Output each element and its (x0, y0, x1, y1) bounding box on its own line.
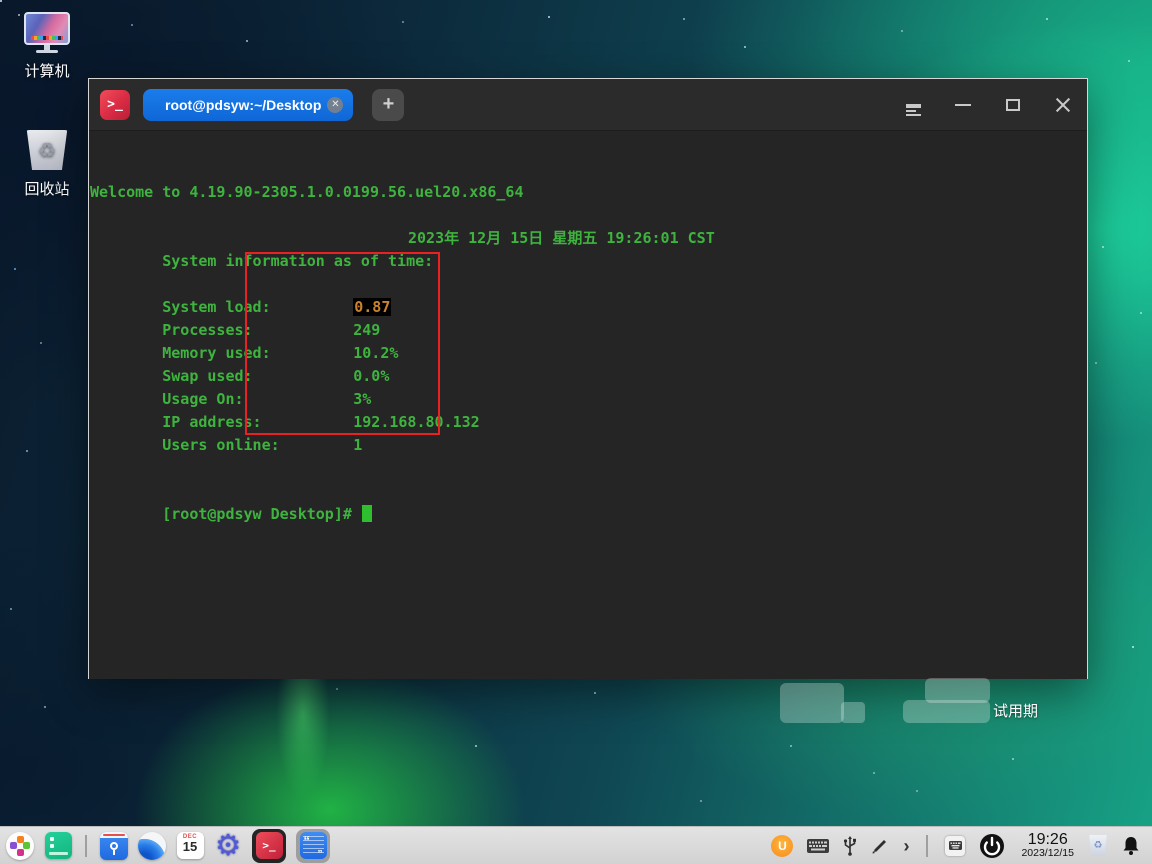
info-row: Users online:1 (90, 411, 362, 434)
watermark-shape (841, 702, 865, 723)
desktop-icon-computer[interactable]: 计算机 (4, 12, 90, 81)
info-row: Swap used:0.0% (90, 342, 389, 365)
computer-icon-label: 计算机 (4, 60, 90, 81)
info-row: Memory used:10.2% (90, 319, 398, 342)
terminal-taskbar-button[interactable]: >_ (252, 829, 286, 863)
file-manager-icon (100, 832, 128, 860)
recycle-bin-icon: ♻ (25, 130, 69, 170)
file-manager-button[interactable] (100, 832, 128, 860)
window-menu-icon[interactable] (903, 95, 923, 115)
pen-icon[interactable] (871, 837, 889, 855)
updater-icon[interactable]: U (771, 835, 793, 857)
calendar-button[interactable]: DEC 15 (176, 832, 204, 860)
computer-icon (24, 12, 70, 52)
desktop: 计算机 ♻ 回收站 >_ root@pdsyw:~/Desktop ✕ + We… (0, 0, 1152, 864)
tray-expand-chevron[interactable]: › (903, 837, 909, 855)
control-center-button[interactable]: ⚙ (214, 832, 242, 860)
terminal-cursor (362, 505, 372, 522)
clock-time: 19:26 (1021, 832, 1074, 849)
multitasking-view-icon (45, 832, 72, 859)
multitasking-view-button[interactable] (44, 832, 72, 860)
keyboard-icon[interactable] (807, 839, 829, 853)
usb-icon[interactable] (843, 836, 857, 856)
info-row: System load:0.87 (90, 273, 391, 296)
terminal-welcome-line: Welcome to 4.19.90-2305.1.0.0199.56.uel2… (90, 181, 523, 204)
info-row: IP address:192.168.80.132 (90, 388, 480, 411)
gear-icon: ⚙ (214, 832, 242, 860)
terminal-prompt[interactable]: [root@pdsyw Desktop]# (90, 480, 372, 503)
launcher-button[interactable] (6, 832, 34, 860)
watermark-shape (780, 683, 844, 723)
calendar-icon: DEC 15 (177, 832, 204, 859)
sysinfo-time: 2023年 12月 15日 星期五 19:26:01 CST (408, 227, 715, 250)
terminal-tab[interactable]: root@pdsyw:~/Desktop ✕ (143, 89, 353, 121)
recycle-bin-icon-label: 回收站 (4, 178, 90, 199)
notification-bell-icon[interactable] (1122, 836, 1140, 856)
maximize-icon[interactable] (1003, 95, 1023, 115)
terminal-icon: >_ (256, 832, 283, 859)
power-icon[interactable] (979, 833, 1005, 859)
taskbar-clock[interactable]: 19:26 2023/12/15 (1021, 832, 1074, 860)
wallpaper-stars (0, 0, 2, 2)
info-row: Usage On:3% (90, 365, 371, 388)
terminal-titlebar[interactable]: >_ root@pdsyw:~/Desktop ✕ + (89, 79, 1087, 131)
terminal-body[interactable]: Welcome to 4.19.90-2305.1.0.0199.56.uel2… (89, 131, 1087, 679)
browser-button[interactable] (138, 832, 166, 860)
launcher-icon (6, 832, 34, 860)
watermark-shape (903, 700, 990, 723)
input-method-icon[interactable] (945, 836, 965, 856)
close-icon[interactable] (1053, 95, 1073, 115)
trash-tray-icon[interactable]: ♻ (1088, 835, 1108, 856)
terminal-window: >_ root@pdsyw:~/Desktop ✕ + Welcome to 4… (88, 78, 1088, 679)
terminal-app-icon: >_ (100, 90, 130, 120)
trial-period-label: 试用期 (993, 700, 1038, 721)
taskbar: DEC 15 ⚙ >_ “ ” U (0, 826, 1152, 864)
text-editor-icon: “ ” (300, 832, 327, 859)
clock-date: 2023/12/15 (1021, 848, 1074, 859)
text-editor-taskbar-button[interactable]: “ ” (296, 829, 330, 863)
minimize-icon[interactable] (953, 95, 973, 115)
desktop-icon-recycle-bin[interactable]: ♻ 回收站 (4, 130, 90, 199)
info-row: Processes:249 (90, 296, 380, 319)
terminal-tab-title: root@pdsyw:~/Desktop (165, 97, 321, 113)
terminal-sysinfo-line: System information as of time: 2023年 12月… (90, 227, 1088, 250)
taskbar-divider (85, 835, 87, 857)
tab-close-icon[interactable]: ✕ (327, 97, 343, 113)
tray-divider (926, 835, 928, 857)
new-tab-button[interactable]: + (372, 89, 404, 121)
browser-icon (138, 832, 166, 860)
